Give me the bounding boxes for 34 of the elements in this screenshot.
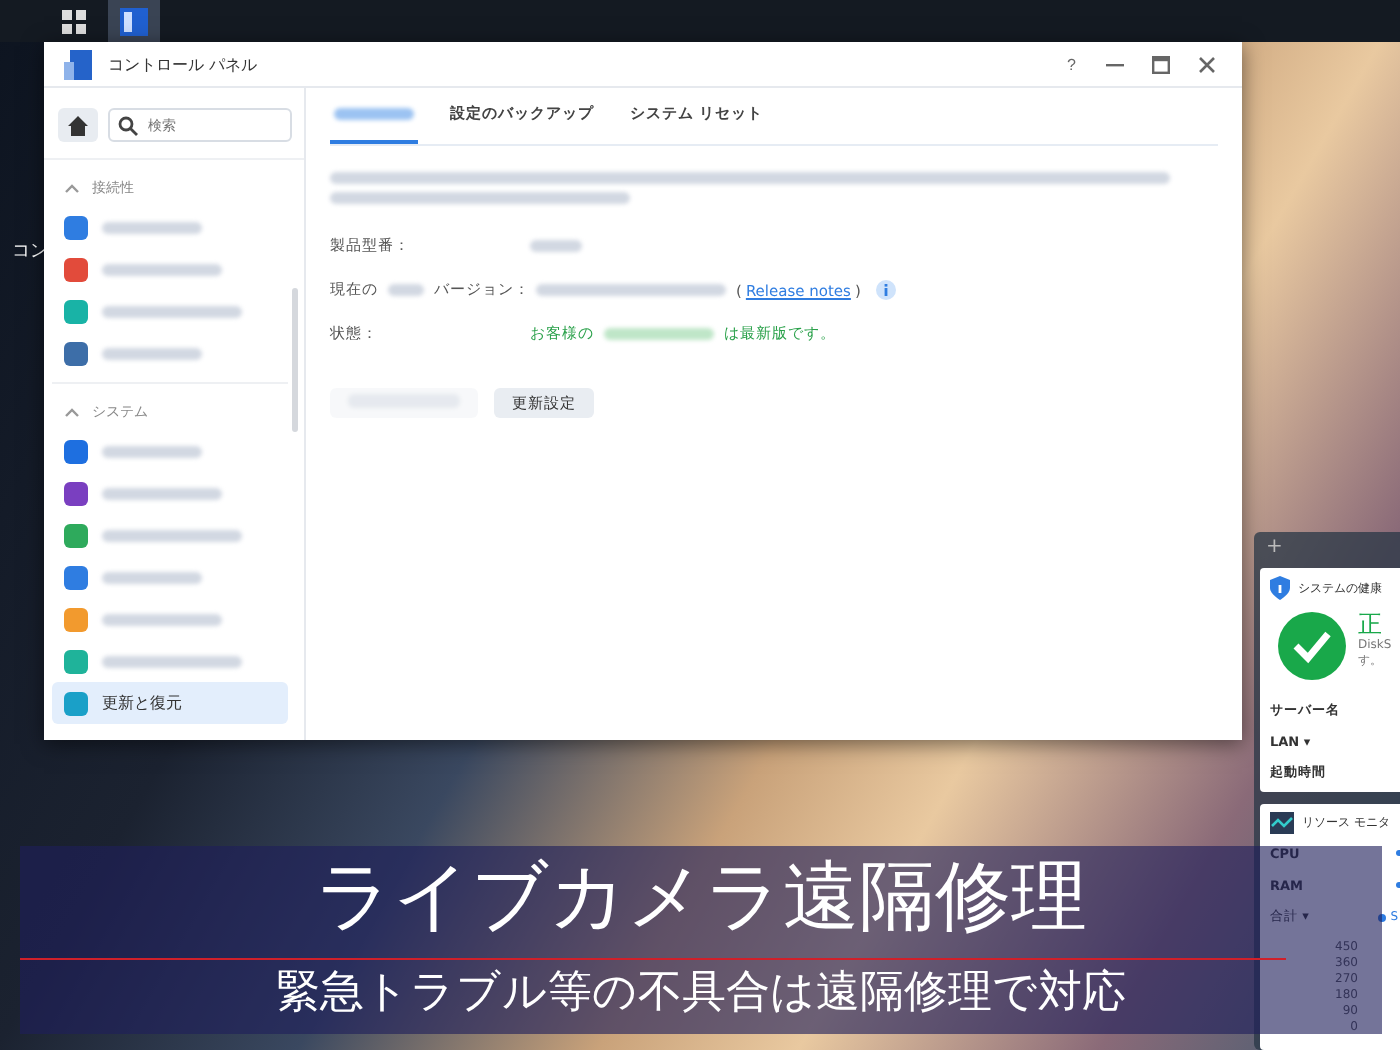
blurred-label [102, 613, 222, 625]
blurred-label [102, 655, 242, 667]
blurred-label [102, 305, 242, 317]
control-panel-taskbar-button[interactable] [108, 0, 160, 42]
scrollbar[interactable] [292, 288, 298, 432]
blurred-label [102, 347, 202, 359]
add-widget-button[interactable]: + [1266, 536, 1283, 558]
collapse-chevron-icon[interactable] [64, 181, 80, 193]
collapse-chevron-icon[interactable] [64, 405, 80, 417]
control-panel-icon [64, 49, 92, 79]
maximize-icon[interactable] [1152, 55, 1170, 73]
blurred-label [102, 221, 202, 233]
legend-dot [1378, 913, 1387, 921]
help-button[interactable]: ? [1059, 55, 1084, 73]
sidebar-item[interactable]: 更新と復元 [52, 682, 288, 724]
control-panel-icon [120, 7, 148, 35]
check-circle-icon [1278, 612, 1346, 680]
monitor-chart-icon [1270, 812, 1294, 834]
window-title: コントロール パネル [108, 53, 258, 75]
blurred-label [102, 571, 202, 583]
home-icon [68, 115, 88, 135]
banner-subtitle: 緊急トラブル等の不具合は遠隔修理で対応 [276, 966, 1126, 1022]
blurred-value [530, 240, 582, 252]
blurred-label [102, 487, 222, 499]
banner-title: ライブカメラ遠隔修理 [315, 850, 1087, 944]
blurred-label [102, 529, 242, 541]
home-button[interactable] [58, 108, 98, 142]
info-icon[interactable] [876, 280, 897, 300]
blurred-label [102, 445, 202, 457]
blurred-label [102, 263, 222, 275]
grid-icon [62, 9, 86, 33]
health-status: 正 [1358, 612, 1384, 639]
info-shield-icon [1270, 576, 1290, 600]
close-icon[interactable] [1198, 55, 1216, 73]
